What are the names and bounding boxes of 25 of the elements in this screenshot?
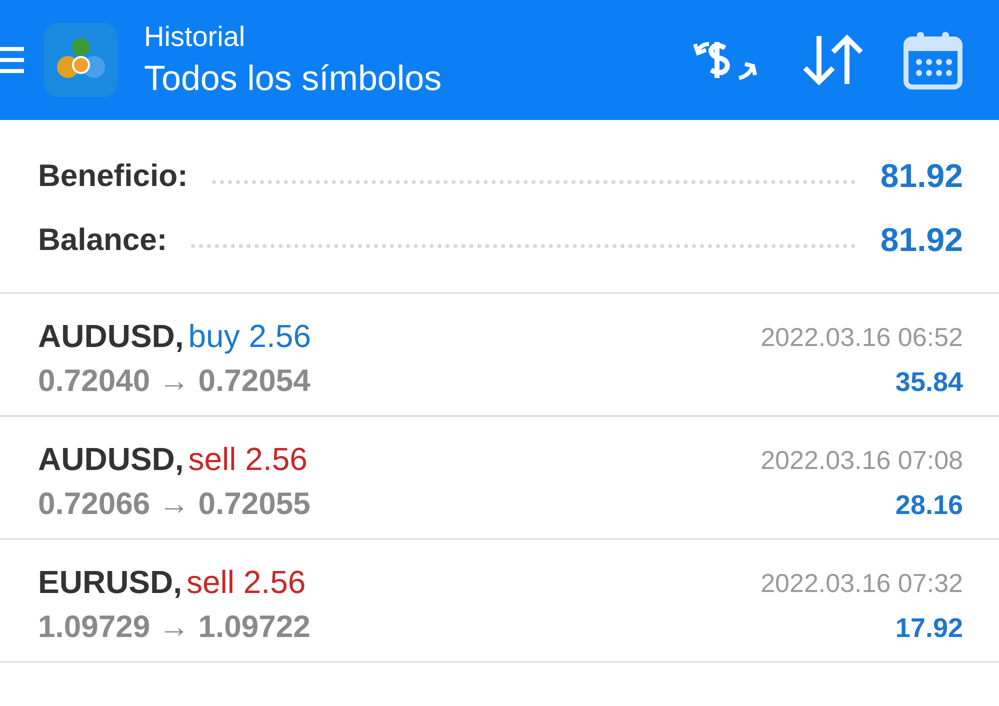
- summary-value: 81.92: [880, 221, 963, 259]
- summary-label: Balance:: [38, 222, 168, 258]
- trade-volume: buy 2.56: [188, 318, 311, 354]
- sort-icon[interactable]: [801, 32, 865, 88]
- summary-label: Beneficio:: [38, 158, 188, 194]
- trade-prices: 1.09729 → 1.09722: [38, 609, 310, 645]
- trade-symbol: AUDUSD,: [38, 441, 184, 477]
- trade-time: 2022.03.16 07:32: [760, 568, 963, 599]
- trade-prices: 0.72040 → 0.72054: [38, 363, 311, 399]
- trade-symbol: AUDUSD,: [38, 318, 184, 354]
- trade-time: 2022.03.16 07:08: [760, 445, 963, 476]
- calendar-icon[interactable]: [903, 30, 963, 90]
- trade-profit: 35.84: [895, 367, 963, 398]
- trade-time: 2022.03.16 06:52: [760, 322, 963, 353]
- trade-volume: sell 2.56: [186, 564, 306, 600]
- menu-icon[interactable]: [0, 45, 26, 75]
- trade-volume: sell 2.56: [188, 441, 308, 477]
- trade-profit: 28.16: [895, 490, 963, 521]
- app-logo-icon: [44, 23, 118, 97]
- trade-profit: 17.92: [895, 613, 963, 644]
- screen-title: Todos los símbolos: [144, 59, 443, 99]
- trade-symbol: EURUSD,: [38, 564, 182, 600]
- screen-subtitle: Historial: [144, 21, 246, 53]
- summary-value: 81.92: [880, 157, 963, 195]
- trade-prices: 0.72066 → 0.72055: [38, 486, 310, 522]
